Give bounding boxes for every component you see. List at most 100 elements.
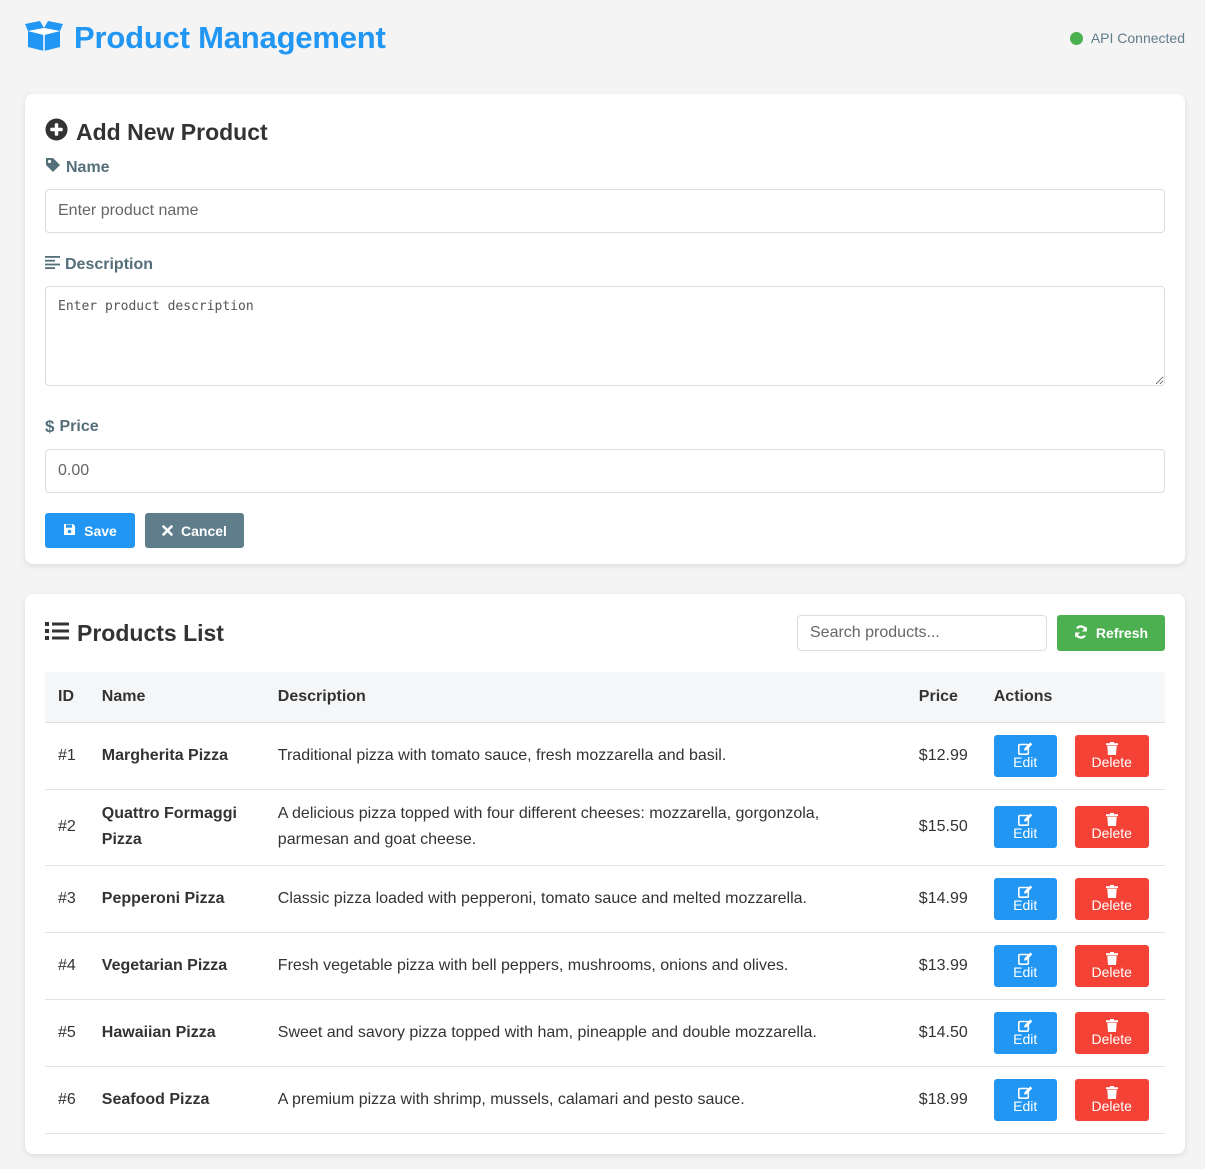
column-header-description: Description	[264, 672, 906, 723]
cell-actions: Edit Delete	[980, 865, 1165, 933]
cell-price: $14.99	[905, 865, 981, 933]
edit-button-label: Edit	[1013, 753, 1038, 770]
products-table-body: #1 Margherita Pizza Traditional pizza with…	[45, 722, 1165, 1134]
delete-button-label: Delete	[1091, 825, 1132, 841]
column-header-price: Price	[905, 672, 981, 723]
cell-actions: Edit Delete	[980, 789, 1165, 866]
table-header-row: ID Name Description Price Actions	[45, 672, 1165, 723]
cell-name: Seafood Pizza	[88, 1066, 265, 1134]
cell-description: Sweet and savory pizza topped with ham, …	[264, 999, 906, 1067]
add-product-card: Add New Product Name Description $ Price	[25, 94, 1185, 564]
refresh-button[interactable]: Refresh	[1057, 615, 1165, 651]
add-product-title: Add New Product	[76, 119, 268, 145]
column-header-actions: Actions	[980, 672, 1165, 723]
align-left-icon	[45, 255, 60, 274]
products-table: ID Name Description Price Actions #1 Marg…	[45, 672, 1165, 1134]
page-title: Product Management	[74, 20, 386, 55]
column-header-name: Name	[88, 672, 265, 723]
cell-price: $14.50	[905, 999, 981, 1067]
name-label-text: Name	[66, 158, 110, 176]
table-row: #3 Pepperoni Pizza Classic pizza loaded wi…	[45, 865, 1165, 933]
product-description-textarea[interactable]	[45, 286, 1165, 386]
description-label-text: Description	[65, 255, 154, 273]
cell-id: #2	[45, 789, 89, 866]
cancel-button[interactable]: Cancel	[145, 513, 244, 548]
times-icon	[162, 523, 173, 539]
table-row: #5 Hawaiian Pizza Sweet and savory pizza t…	[45, 999, 1165, 1067]
cell-actions: Edit Delete	[980, 722, 1165, 790]
refresh-icon	[1074, 624, 1088, 642]
edit-button-label: Edit	[1013, 896, 1038, 913]
products-list-header: Products List Refresh	[45, 594, 1165, 672]
table-row: #1 Margherita Pizza Traditional pizza with…	[45, 722, 1165, 790]
delete-button-label: Delete	[1091, 753, 1132, 770]
edit-icon	[1017, 1085, 1033, 1099]
api-status-text: API Connected	[1090, 30, 1185, 46]
cell-id: #3	[45, 865, 89, 933]
name-field-label: Name	[45, 157, 1165, 178]
add-product-heading: Add New Product	[45, 118, 1165, 147]
search-input[interactable]	[797, 615, 1047, 651]
edit-button[interactable]: Edit	[993, 1011, 1057, 1054]
form-actions: Save Cancel	[45, 513, 1165, 548]
products-list-heading: Products List	[45, 620, 224, 647]
trash-icon	[1105, 1018, 1118, 1032]
edit-button[interactable]: Edit	[993, 944, 1057, 987]
edit-button-label: Edit	[1013, 1097, 1038, 1114]
edit-button[interactable]: Edit	[993, 1078, 1057, 1121]
cell-name: Hawaiian Pizza	[88, 999, 265, 1067]
list-tools: Refresh	[797, 615, 1165, 651]
delete-button-label: Delete	[1091, 963, 1132, 980]
delete-button[interactable]: Delete	[1074, 944, 1149, 987]
table-row: #6 Seafood Pizza A premium pizza with shri…	[45, 1066, 1165, 1134]
delete-button[interactable]: Delete	[1074, 734, 1149, 777]
table-row: #2 Quattro Formaggi Pizza A delicious pizz…	[45, 789, 1165, 866]
price-label-text: Price	[59, 418, 99, 435]
status-dot-icon	[1069, 31, 1083, 45]
box-open-icon	[24, 20, 64, 57]
table-row: #4 Vegetarian Pizza Fresh vegetable pizza …	[45, 932, 1165, 1000]
cell-description: A delicious pizza topped with four diffe…	[264, 789, 906, 866]
cancel-button-label: Cancel	[181, 522, 227, 539]
delete-button[interactable]: Delete	[1074, 806, 1149, 848]
edit-button[interactable]: Edit	[993, 877, 1057, 920]
cell-description: A premium pizza with shrimp, mussels, ca…	[264, 1066, 906, 1134]
cell-price: $18.99	[905, 1066, 981, 1134]
cell-actions: Edit Delete	[980, 932, 1165, 1000]
cell-description: Fresh vegetable pizza with bell peppers,…	[264, 932, 906, 1000]
cell-actions: Edit Delete	[980, 999, 1165, 1067]
product-name-input[interactable]	[45, 189, 1165, 233]
save-button-label: Save	[84, 522, 117, 539]
app-header: Product Management API Connected	[0, 0, 1205, 76]
edit-button[interactable]: Edit	[993, 806, 1057, 848]
delete-button-label: Delete	[1091, 1030, 1132, 1047]
tag-icon	[45, 157, 61, 178]
cell-actions: Edit Delete	[980, 1066, 1165, 1134]
products-list-card: Products List Refresh ID Name	[25, 594, 1185, 1154]
product-price-input[interactable]	[45, 449, 1165, 493]
trash-icon	[1105, 951, 1118, 965]
list-icon	[45, 620, 69, 647]
cell-id: #1	[45, 722, 89, 790]
cell-price: $13.99	[905, 932, 981, 1000]
cell-id: #4	[45, 932, 89, 1000]
trash-icon	[1105, 884, 1118, 898]
refresh-button-label: Refresh	[1095, 625, 1149, 641]
description-field-label: Description	[45, 255, 1165, 274]
edit-button[interactable]: Edit	[993, 734, 1057, 777]
column-header-id: ID	[45, 672, 89, 723]
save-button[interactable]: Save	[45, 513, 135, 548]
cell-price: $12.99	[905, 722, 981, 790]
delete-button[interactable]: Delete	[1074, 1011, 1149, 1054]
trash-icon	[1105, 741, 1118, 755]
cell-price: $15.50	[905, 789, 981, 866]
api-status: API Connected	[1069, 30, 1185, 46]
delete-button[interactable]: Delete	[1074, 877, 1149, 920]
edit-button-label: Edit	[1013, 963, 1038, 980]
cell-name: Vegetarian Pizza	[88, 932, 265, 1000]
products-list-title: Products List	[77, 619, 224, 646]
delete-button[interactable]: Delete	[1074, 1078, 1149, 1121]
delete-button-label: Delete	[1091, 896, 1132, 913]
delete-button-label: Delete	[1091, 1097, 1132, 1114]
trash-icon	[1105, 1085, 1118, 1099]
